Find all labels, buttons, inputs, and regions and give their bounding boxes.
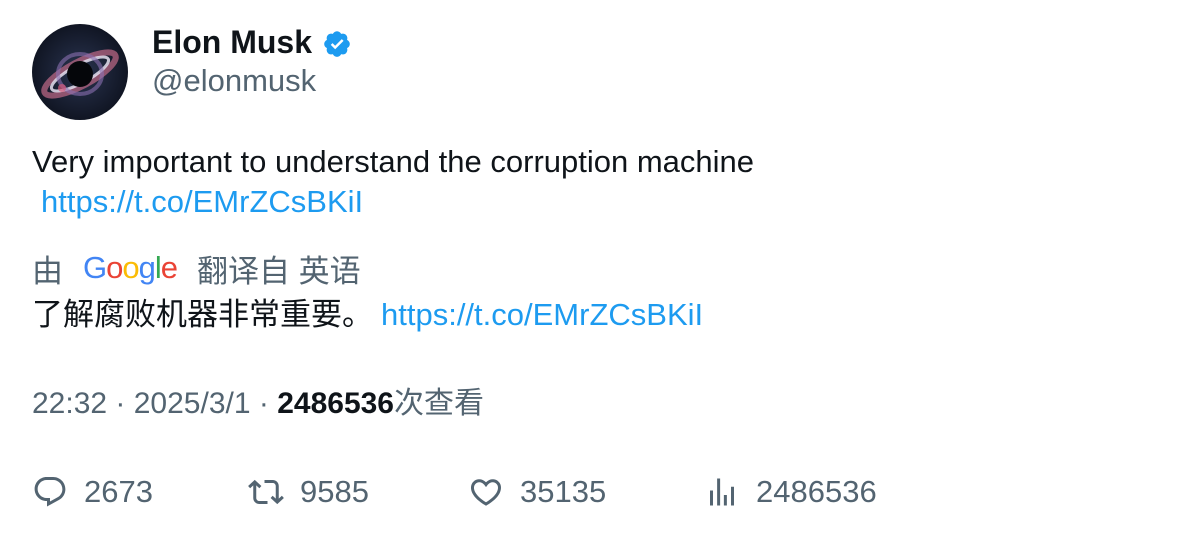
reply-count: 2673 <box>84 474 153 509</box>
views-label: 次查看 <box>394 387 484 420</box>
author-handle[interactable]: @elonmusk <box>152 62 316 100</box>
tweet-link[interactable]: https://t.co/EMrZCsBKiI <box>41 184 363 219</box>
meta-separator: · <box>250 387 278 420</box>
translation-prefix: 由 <box>32 253 63 289</box>
tweet-date[interactable]: 2025/3/1 <box>134 387 251 420</box>
reply-icon <box>34 477 66 507</box>
tweet-time[interactable]: 22:32 <box>32 387 107 420</box>
analytics-icon <box>710 478 734 506</box>
tweet-meta: 22:32 · 2025/3/1 · 2486536次查看 <box>32 384 484 424</box>
tweet-body: Very important to understand the corrupt… <box>32 144 755 179</box>
translated-body: 了解腐败机器非常重要。 <box>32 297 373 332</box>
translated-link[interactable]: https://t.co/EMrZCsBKiI <box>381 297 703 332</box>
heart-icon <box>470 479 502 506</box>
google-logo[interactable]: Google <box>83 248 178 288</box>
avatar[interactable] <box>32 24 128 120</box>
meta-separator: · <box>107 387 134 420</box>
retweet-button[interactable]: 9585 <box>248 470 369 514</box>
verified-badge-icon <box>322 29 352 59</box>
like-button[interactable]: 35135 <box>468 470 606 514</box>
translated-text: 了解腐败机器非常重要。 https://t.co/EMrZCsBKiI <box>32 295 703 335</box>
retweet-icon <box>248 479 284 505</box>
author-display-name[interactable]: Elon Musk <box>152 22 312 62</box>
action-bar: 2673 9585 35135 2486536 <box>32 470 1152 514</box>
views-count: 2486536 <box>277 387 394 420</box>
views-action-count: 2486536 <box>756 474 877 509</box>
tweet-text: Very important to understand the corrupt… <box>32 142 1152 222</box>
like-count: 35135 <box>520 474 607 509</box>
retweet-count: 9585 <box>300 474 369 509</box>
translation-suffix: 翻译自 英语 <box>197 253 361 289</box>
views-button[interactable]: 2486536 <box>704 470 877 514</box>
reply-button[interactable]: 2673 <box>32 470 153 514</box>
translation-attribution: 由 Google 翻译自 英语 <box>32 248 361 289</box>
